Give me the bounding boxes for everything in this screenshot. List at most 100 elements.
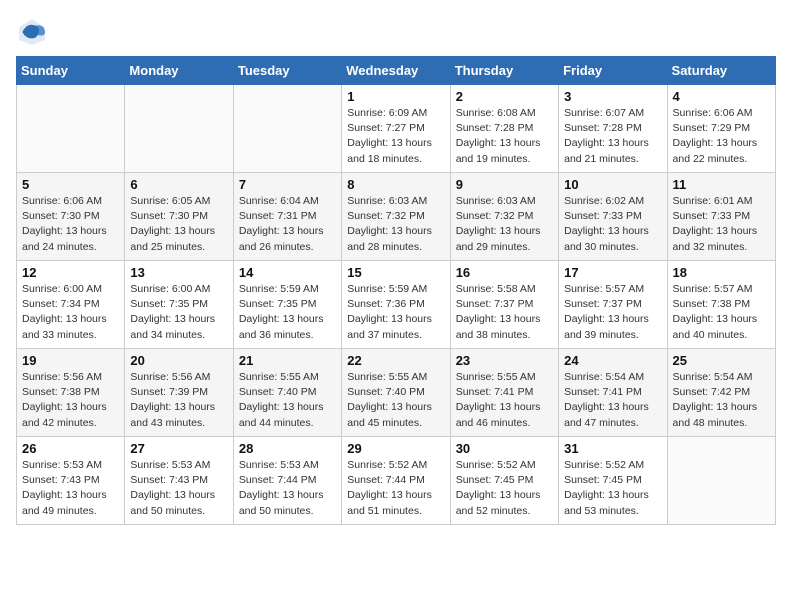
day-number: 24 xyxy=(564,353,661,368)
calendar-cell: 2 Sunrise: 6:08 AM Sunset: 7:28 PM Daylig… xyxy=(450,85,558,173)
calendar-cell xyxy=(17,85,125,173)
day-number: 10 xyxy=(564,177,661,192)
day-number: 4 xyxy=(673,89,770,104)
day-number: 2 xyxy=(456,89,553,104)
day-number: 26 xyxy=(22,441,119,456)
day-number: 6 xyxy=(130,177,227,192)
day-info: Sunrise: 5:53 AM Sunset: 7:43 PM Dayligh… xyxy=(130,458,227,519)
day-info: Sunrise: 5:59 AM Sunset: 7:35 PM Dayligh… xyxy=(239,282,336,343)
logo xyxy=(16,16,52,48)
calendar-cell: 12 Sunrise: 6:00 AM Sunset: 7:34 PM Dayli… xyxy=(17,261,125,349)
calendar-cell: 22 Sunrise: 5:55 AM Sunset: 7:40 PM Dayli… xyxy=(342,349,450,437)
day-number: 9 xyxy=(456,177,553,192)
day-info: Sunrise: 5:57 AM Sunset: 7:38 PM Dayligh… xyxy=(673,282,770,343)
day-info: Sunrise: 5:55 AM Sunset: 7:41 PM Dayligh… xyxy=(456,370,553,431)
calendar-cell: 5 Sunrise: 6:06 AM Sunset: 7:30 PM Daylig… xyxy=(17,173,125,261)
day-number: 15 xyxy=(347,265,444,280)
calendar-cell: 27 Sunrise: 5:53 AM Sunset: 7:43 PM Dayli… xyxy=(125,437,233,525)
logo-icon xyxy=(16,16,48,48)
calendar-cell: 31 Sunrise: 5:52 AM Sunset: 7:45 PM Dayli… xyxy=(559,437,667,525)
day-info: Sunrise: 5:58 AM Sunset: 7:37 PM Dayligh… xyxy=(456,282,553,343)
calendar-cell: 25Sunrise: 5:54 AM Sunset: 7:42 PM Dayli… xyxy=(667,349,775,437)
day-info: Sunrise: 5:54 AM Sunset: 7:41 PM Dayligh… xyxy=(564,370,661,431)
calendar-cell: 6 Sunrise: 6:05 AM Sunset: 7:30 PM Daylig… xyxy=(125,173,233,261)
day-header-tuesday: Tuesday xyxy=(233,57,341,85)
day-header-friday: Friday xyxy=(559,57,667,85)
day-info: Sunrise: 6:06 AM Sunset: 7:30 PM Dayligh… xyxy=(22,194,119,255)
calendar-cell: 14 Sunrise: 5:59 AM Sunset: 7:35 PM Dayli… xyxy=(233,261,341,349)
day-info: Sunrise: 6:06 AM Sunset: 7:29 PM Dayligh… xyxy=(673,106,770,167)
day-number: 27 xyxy=(130,441,227,456)
day-info: Sunrise: 6:07 AM Sunset: 7:28 PM Dayligh… xyxy=(564,106,661,167)
calendar-week-2: 5 Sunrise: 6:06 AM Sunset: 7:30 PM Daylig… xyxy=(17,173,776,261)
day-info: Sunrise: 6:03 AM Sunset: 7:32 PM Dayligh… xyxy=(347,194,444,255)
calendar-cell: 3 Sunrise: 6:07 AM Sunset: 7:28 PM Daylig… xyxy=(559,85,667,173)
day-info: Sunrise: 5:57 AM Sunset: 7:37 PM Dayligh… xyxy=(564,282,661,343)
day-number: 22 xyxy=(347,353,444,368)
calendar-cell: 28 Sunrise: 5:53 AM Sunset: 7:44 PM Dayli… xyxy=(233,437,341,525)
day-number: 7 xyxy=(239,177,336,192)
day-header-wednesday: Wednesday xyxy=(342,57,450,85)
calendar-week-3: 12 Sunrise: 6:00 AM Sunset: 7:34 PM Dayli… xyxy=(17,261,776,349)
calendar-cell: 7 Sunrise: 6:04 AM Sunset: 7:31 PM Daylig… xyxy=(233,173,341,261)
day-info: Sunrise: 5:53 AM Sunset: 7:43 PM Dayligh… xyxy=(22,458,119,519)
day-info: Sunrise: 6:01 AM Sunset: 7:33 PM Dayligh… xyxy=(673,194,770,255)
day-number: 21 xyxy=(239,353,336,368)
calendar-cell: 29 Sunrise: 5:52 AM Sunset: 7:44 PM Dayli… xyxy=(342,437,450,525)
calendar-cell: 30 Sunrise: 5:52 AM Sunset: 7:45 PM Dayli… xyxy=(450,437,558,525)
day-info: Sunrise: 6:04 AM Sunset: 7:31 PM Dayligh… xyxy=(239,194,336,255)
day-number: 3 xyxy=(564,89,661,104)
day-info: Sunrise: 6:08 AM Sunset: 7:28 PM Dayligh… xyxy=(456,106,553,167)
day-info: Sunrise: 6:05 AM Sunset: 7:30 PM Dayligh… xyxy=(130,194,227,255)
calendar-cell: 11 Sunrise: 6:01 AM Sunset: 7:33 PM Dayli… xyxy=(667,173,775,261)
calendar-cell: 9 Sunrise: 6:03 AM Sunset: 7:32 PM Daylig… xyxy=(450,173,558,261)
calendar-week-4: 19Sunrise: 5:56 AM Sunset: 7:38 PM Dayli… xyxy=(17,349,776,437)
day-number: 8 xyxy=(347,177,444,192)
day-info: Sunrise: 5:52 AM Sunset: 7:44 PM Dayligh… xyxy=(347,458,444,519)
calendar-cell: 19Sunrise: 5:56 AM Sunset: 7:38 PM Dayli… xyxy=(17,349,125,437)
day-info: Sunrise: 5:55 AM Sunset: 7:40 PM Dayligh… xyxy=(239,370,336,431)
day-info: Sunrise: 6:00 AM Sunset: 7:34 PM Dayligh… xyxy=(22,282,119,343)
day-number: 30 xyxy=(456,441,553,456)
day-number: 12 xyxy=(22,265,119,280)
header-row: SundayMondayTuesdayWednesdayThursdayFrid… xyxy=(17,57,776,85)
calendar-cell: 24 Sunrise: 5:54 AM Sunset: 7:41 PM Dayli… xyxy=(559,349,667,437)
day-number: 11 xyxy=(673,177,770,192)
day-number: 19 xyxy=(22,353,119,368)
day-info: Sunrise: 5:52 AM Sunset: 7:45 PM Dayligh… xyxy=(564,458,661,519)
day-number: 29 xyxy=(347,441,444,456)
day-number: 1 xyxy=(347,89,444,104)
calendar-cell: 8 Sunrise: 6:03 AM Sunset: 7:32 PM Daylig… xyxy=(342,173,450,261)
day-info: Sunrise: 6:02 AM Sunset: 7:33 PM Dayligh… xyxy=(564,194,661,255)
day-number: 16 xyxy=(456,265,553,280)
day-info: Sunrise: 5:56 AM Sunset: 7:39 PM Dayligh… xyxy=(130,370,227,431)
day-number: 20 xyxy=(130,353,227,368)
day-info: Sunrise: 6:00 AM Sunset: 7:35 PM Dayligh… xyxy=(130,282,227,343)
day-info: Sunrise: 5:55 AM Sunset: 7:40 PM Dayligh… xyxy=(347,370,444,431)
day-info: Sunrise: 5:59 AM Sunset: 7:36 PM Dayligh… xyxy=(347,282,444,343)
calendar-cell: 20 Sunrise: 5:56 AM Sunset: 7:39 PM Dayli… xyxy=(125,349,233,437)
calendar-cell: 15 Sunrise: 5:59 AM Sunset: 7:36 PM Dayli… xyxy=(342,261,450,349)
day-header-saturday: Saturday xyxy=(667,57,775,85)
day-number: 31 xyxy=(564,441,661,456)
calendar-cell xyxy=(233,85,341,173)
day-number: 5 xyxy=(22,177,119,192)
day-info: Sunrise: 5:52 AM Sunset: 7:45 PM Dayligh… xyxy=(456,458,553,519)
day-info: Sunrise: 6:03 AM Sunset: 7:32 PM Dayligh… xyxy=(456,194,553,255)
day-info: Sunrise: 5:54 AM Sunset: 7:42 PM Dayligh… xyxy=(673,370,770,431)
day-header-thursday: Thursday xyxy=(450,57,558,85)
calendar-week-5: 26 Sunrise: 5:53 AM Sunset: 7:43 PM Dayli… xyxy=(17,437,776,525)
day-number: 18 xyxy=(673,265,770,280)
calendar-cell: 18 Sunrise: 5:57 AM Sunset: 7:38 PM Dayli… xyxy=(667,261,775,349)
day-number: 28 xyxy=(239,441,336,456)
calendar-table: SundayMondayTuesdayWednesdayThursdayFrid… xyxy=(16,56,776,525)
calendar-cell: 10 Sunrise: 6:02 AM Sunset: 7:33 PM Dayli… xyxy=(559,173,667,261)
day-header-monday: Monday xyxy=(125,57,233,85)
day-info: Sunrise: 5:53 AM Sunset: 7:44 PM Dayligh… xyxy=(239,458,336,519)
calendar-cell: 1Sunrise: 6:09 AM Sunset: 7:27 PM Daylig… xyxy=(342,85,450,173)
day-number: 13 xyxy=(130,265,227,280)
calendar-cell xyxy=(667,437,775,525)
day-number: 14 xyxy=(239,265,336,280)
calendar-week-1: 1Sunrise: 6:09 AM Sunset: 7:27 PM Daylig… xyxy=(17,85,776,173)
calendar-cell: 26 Sunrise: 5:53 AM Sunset: 7:43 PM Dayli… xyxy=(17,437,125,525)
